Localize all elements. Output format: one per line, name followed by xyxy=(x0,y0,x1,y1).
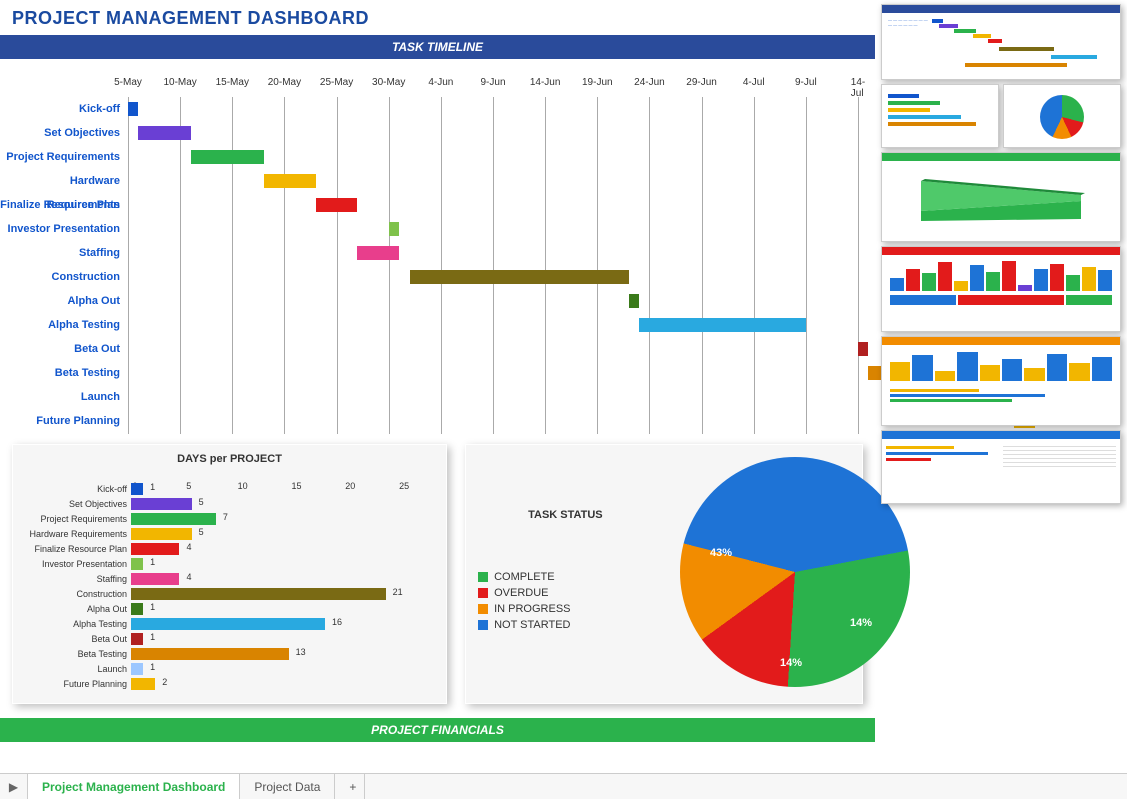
pie-chart: 43%14%14% xyxy=(680,457,910,687)
page-title: PROJECT MANAGEMENT DASHBOARD xyxy=(0,0,875,35)
gantt-bar xyxy=(858,342,868,356)
legend-item: OVERDUE xyxy=(478,587,603,599)
tab-add[interactable]: + xyxy=(335,774,365,799)
gantt-task-label: Alpha Out xyxy=(0,289,128,313)
days-bar-row: Beta Out1 xyxy=(25,631,434,646)
gantt-task-label: Investor Presentation xyxy=(0,217,128,241)
gantt-bar xyxy=(410,270,629,284)
days-bar-row: Construction21 xyxy=(25,586,434,601)
days-bar-row: Project Requirements7 xyxy=(25,511,434,526)
gantt-bar xyxy=(357,246,399,260)
thumb-3d[interactable] xyxy=(881,152,1121,242)
gantt-chart: Kick-offSet ObjectivesProject Requiremen… xyxy=(0,59,875,444)
days-bar-row: Set Objectives5 xyxy=(25,496,434,511)
thumbnail-sidebar: — — — — — — — — — — — — — — xyxy=(881,4,1121,508)
tab-dashboard[interactable]: Project Management Dashboard xyxy=(28,774,240,799)
gantt-task-label: Set Objectives xyxy=(0,121,128,145)
legend-item: IN PROGRESS xyxy=(478,603,603,615)
status-panel-title: TASK STATUS xyxy=(478,509,603,521)
gantt-task-label: Kick-off xyxy=(0,97,128,121)
gantt-task-label: Construction xyxy=(0,265,128,289)
days-bar-row: Launch1 xyxy=(25,661,434,676)
thumb-columns[interactable] xyxy=(881,246,1121,332)
tab-nav-next-icon[interactable]: ▶ xyxy=(0,774,28,799)
days-bar-row: Kick-off1 xyxy=(25,481,434,496)
thumb-mixed[interactable] xyxy=(881,336,1121,426)
gantt-task-label: Beta Out xyxy=(0,337,128,361)
days-bar-row: Beta Testing13 xyxy=(25,646,434,661)
gantt-bar xyxy=(138,126,190,140)
gantt-bar xyxy=(316,198,358,212)
sheet-tabbar: ▶ Project Management Dashboard Project D… xyxy=(0,773,1127,799)
gantt-bar xyxy=(191,150,264,164)
days-bar-row: Alpha Testing16 xyxy=(25,616,434,631)
days-bar-row: Alpha Out1 xyxy=(25,601,434,616)
days-panel-title: DAYS per PROJECT xyxy=(25,453,434,465)
tab-project-data[interactable]: Project Data xyxy=(240,774,335,799)
gantt-task-label: Staffing xyxy=(0,241,128,265)
legend-item: NOT STARTED xyxy=(478,619,603,631)
gantt-task-label: Hardware Requirements xyxy=(0,169,128,193)
timeline-banner: TASK TIMELINE xyxy=(0,35,875,59)
pie-legend: COMPLETE OVERDUE IN PROGRESS NOT STARTED xyxy=(478,571,603,631)
gantt-task-label: Finalize Resource Plan xyxy=(0,193,128,217)
task-status-panel: TASK STATUS COMPLETE OVERDUE IN PROGRESS NO… xyxy=(465,444,863,704)
days-bar-row: Future Planning2 xyxy=(25,676,434,691)
thumb-table[interactable] xyxy=(881,430,1121,504)
thumb-pie[interactable] xyxy=(1003,84,1121,148)
thumb-bars[interactable] xyxy=(881,84,999,148)
gantt-bar xyxy=(264,174,316,188)
gantt-bar xyxy=(639,318,806,332)
days-bar-chart: 0510152025 Kick-off1Set Objectives5Proje… xyxy=(25,481,434,691)
gantt-task-label: Project Requirements xyxy=(0,145,128,169)
gantt-bar xyxy=(389,222,399,236)
days-bar-row: Investor Presentation1 xyxy=(25,556,434,571)
days-bar-row: Hardware Requirements5 xyxy=(25,526,434,541)
days-per-project-panel: DAYS per PROJECT 0510152025 Kick-off1Set… xyxy=(12,444,447,704)
days-bar-row: Finalize Resource Plan4 xyxy=(25,541,434,556)
gantt-task-label: Future Planning xyxy=(0,409,128,433)
financials-banner: PROJECT FINANCIALS xyxy=(0,718,875,742)
gantt-bar xyxy=(128,102,138,116)
gantt-task-label: Launch xyxy=(0,385,128,409)
gantt-task-label: Alpha Testing xyxy=(0,313,128,337)
days-bar-row: Staffing4 xyxy=(25,571,434,586)
gantt-bar xyxy=(629,294,639,308)
gantt-task-label: Beta Testing xyxy=(0,361,128,385)
thumb-timeline[interactable]: — — — — — — — — — — — — — — xyxy=(881,4,1121,80)
legend-item: COMPLETE xyxy=(478,571,603,583)
